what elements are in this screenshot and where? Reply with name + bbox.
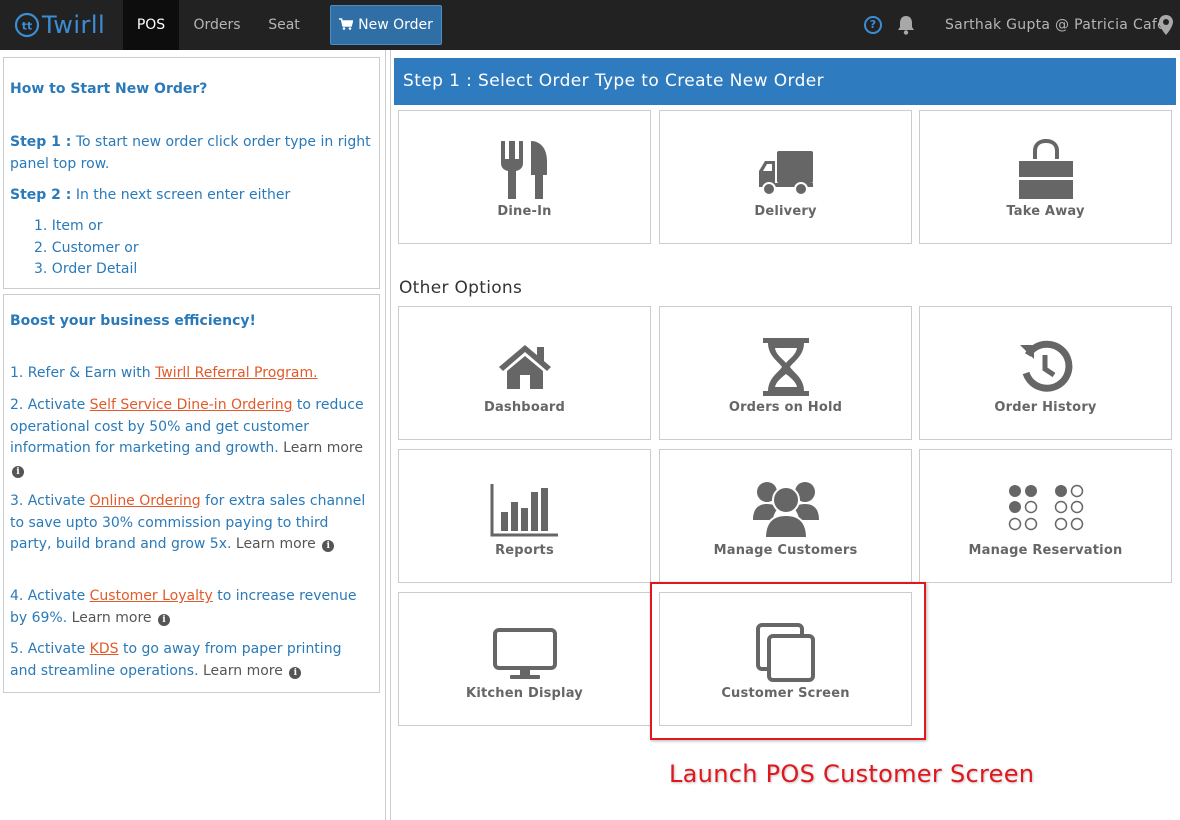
referral-program-link[interactable]: Twirll Referral Program. [155, 365, 318, 381]
history-icon [1019, 340, 1072, 392]
dashboard-tile[interactable]: Dashboard [398, 306, 651, 440]
self-service-ordering-link[interactable]: Self Service Dine-in Ordering [90, 397, 293, 413]
twirll-logo-icon: tt [14, 12, 40, 38]
customer-loyalty-link[interactable]: Customer Loyalty [90, 588, 213, 604]
nav-pos[interactable]: POS [123, 0, 179, 50]
monitor-icon [492, 628, 557, 679]
launch-annotation: Launch POS Customer Screen [669, 760, 1035, 788]
logo-text: Twirll [42, 11, 106, 39]
tile-label: Manage Customers [713, 543, 858, 558]
other-options-title: Other Options [399, 278, 523, 298]
home-icon [498, 345, 551, 389]
tile-label: Manage Reservation [968, 543, 1123, 558]
users-icon [752, 482, 819, 539]
list-item: 1. Item or [34, 218, 103, 234]
manage-customers-tile[interactable]: Manage Customers [659, 449, 912, 583]
boost-item-4: 4. Activate Customer Loyalty to increase… [10, 588, 357, 626]
truck-icon [758, 151, 813, 196]
bell-icon[interactable] [896, 14, 916, 36]
kitchen-display-tile[interactable]: Kitchen Display [398, 592, 651, 726]
kds-link[interactable]: KDS [90, 641, 119, 657]
boost-item-1: 1. Refer & Earn with Twirll Referral Pro… [10, 365, 318, 381]
tile-label: Orders on Hold [728, 400, 843, 415]
tile-label: Order History [994, 400, 1097, 415]
step-header: Step 1 : Select Order Type to Create New… [394, 58, 1176, 105]
top-navbar: tt Twirll POS Orders Seat New Order ? Sa… [0, 0, 1180, 50]
twirll-logo[interactable]: tt Twirll [14, 10, 105, 40]
how-to-panel: How to Start New Order? Step 1 : To star… [3, 57, 380, 289]
boost-item-5: 5. Activate KDS to go away from paper pr… [10, 641, 342, 679]
boost-title: Boost your business efficiency! [10, 313, 256, 329]
orders-on-hold-tile[interactable]: Orders on Hold [659, 306, 912, 440]
svg-text:tt: tt [22, 20, 33, 33]
nav-seat[interactable]: Seat [260, 0, 308, 50]
user-account[interactable]: Sarthak Gupta @ Patricia Cafe [945, 0, 1166, 50]
boost-panel: Boost your business efficiency! 1. Refer… [3, 294, 380, 693]
tile-label: Reports [495, 543, 554, 558]
learn-more-link[interactable]: Learn more [203, 663, 283, 679]
learn-more-link[interactable]: Learn more [283, 440, 363, 456]
info-icon[interactable]: i [322, 540, 335, 552]
reports-tile[interactable]: Reports [398, 449, 651, 583]
take-away-tile[interactable]: Take Away [919, 110, 1172, 244]
bar-chart-icon [490, 484, 558, 537]
learn-more-link[interactable]: Learn more [72, 610, 152, 626]
new-order-button[interactable]: New Order [330, 5, 442, 45]
new-order-label: New Order [358, 17, 433, 33]
tile-label: Kitchen Display [466, 686, 583, 701]
location-pin-icon[interactable] [1158, 14, 1174, 36]
info-icon[interactable]: i [12, 465, 24, 478]
tile-label: Delivery [754, 204, 817, 219]
info-icon[interactable]: i [157, 613, 170, 626]
utensils-icon [500, 141, 547, 199]
shopping-bag-icon [1016, 139, 1075, 199]
help-icon[interactable]: ? [864, 16, 882, 34]
nav-orders[interactable]: Orders [184, 0, 250, 50]
order-history-tile[interactable]: Order History [919, 306, 1172, 440]
list-item: 2. Customer or [34, 240, 139, 256]
tile-label: Dashboard [483, 400, 566, 415]
how-to-title: How to Start New Order? [10, 81, 208, 97]
info-icon[interactable]: i [289, 666, 302, 679]
online-ordering-link[interactable]: Online Ordering [90, 493, 201, 509]
boost-item-3: 3. Activate Online Ordering for extra sa… [10, 493, 366, 552]
step1-text: Step 1 : To start new order click order … [10, 134, 371, 172]
step2-text: Step 2 : In the next screen enter either [10, 187, 291, 203]
cart-icon [339, 18, 354, 30]
delivery-tile[interactable]: Delivery [659, 110, 912, 244]
reservation-dots-icon [1008, 484, 1083, 531]
left-sidebar: How to Start New Order? Step 1 : To star… [0, 50, 386, 820]
list-item: 3. Order Detail [34, 261, 138, 277]
tile-label: Take Away [1006, 204, 1085, 219]
dine-in-tile[interactable]: Dine-In [398, 110, 651, 244]
boost-item-2: 2. Activate Self Service Dine-in Orderin… [10, 397, 364, 478]
tile-label: Dine-In [497, 204, 552, 219]
manage-reservation-tile[interactable]: Manage Reservation [919, 449, 1172, 583]
hourglass-icon [762, 338, 809, 396]
learn-more-link[interactable]: Learn more [236, 536, 316, 552]
customer-screen-highlight [650, 582, 926, 740]
